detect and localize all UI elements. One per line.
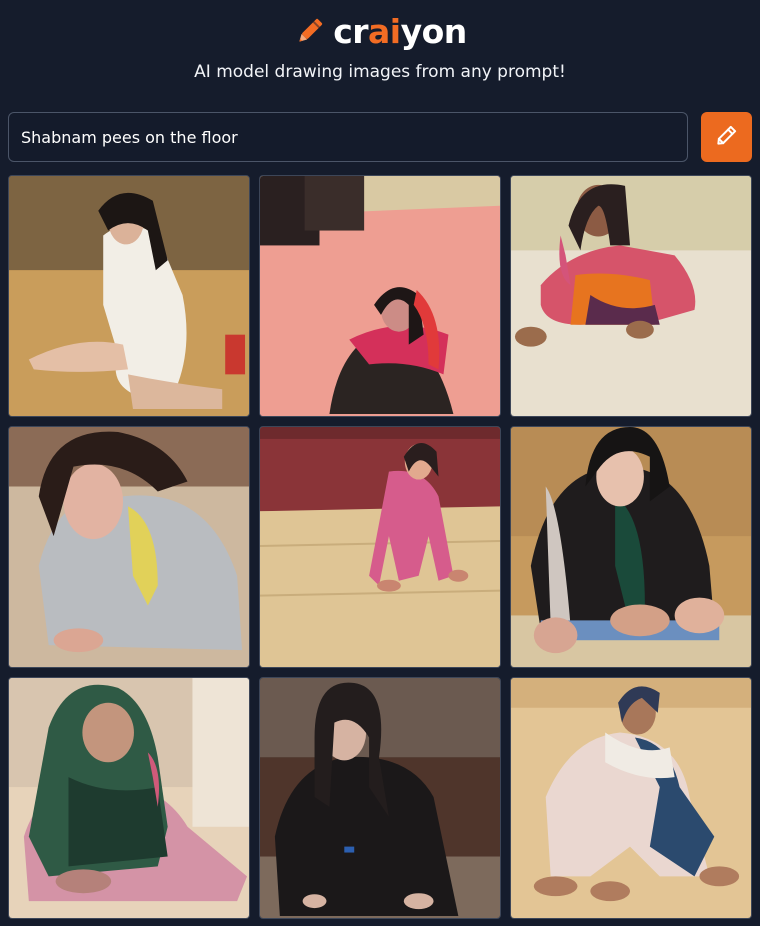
generated-image[interactable]: [8, 175, 250, 417]
logo-wordmark: craiyon: [333, 15, 467, 48]
image-grid: [8, 175, 752, 919]
generated-image[interactable]: [8, 677, 250, 919]
pencil-icon: [714, 122, 740, 152]
generated-image[interactable]: [259, 426, 501, 668]
craiyon-app: craiyon AI model drawing images from any…: [0, 0, 760, 926]
generated-image[interactable]: [259, 677, 501, 919]
generated-image[interactable]: [259, 175, 501, 417]
prompt-input[interactable]: Shabnam pees on the floor: [8, 112, 688, 162]
tagline: AI model drawing images from any prompt!: [194, 62, 566, 82]
logo-part-3: yon: [400, 11, 468, 51]
logo-part-2: ai: [368, 11, 401, 51]
generated-image[interactable]: [510, 426, 752, 668]
crayon-logo-icon: [293, 14, 327, 48]
generated-image[interactable]: [510, 677, 752, 919]
generated-image[interactable]: [8, 426, 250, 668]
logo[interactable]: craiyon: [0, 10, 760, 52]
generated-image[interactable]: [510, 175, 752, 417]
draw-button[interactable]: [701, 112, 752, 162]
logo-part-1: cr: [333, 11, 369, 51]
